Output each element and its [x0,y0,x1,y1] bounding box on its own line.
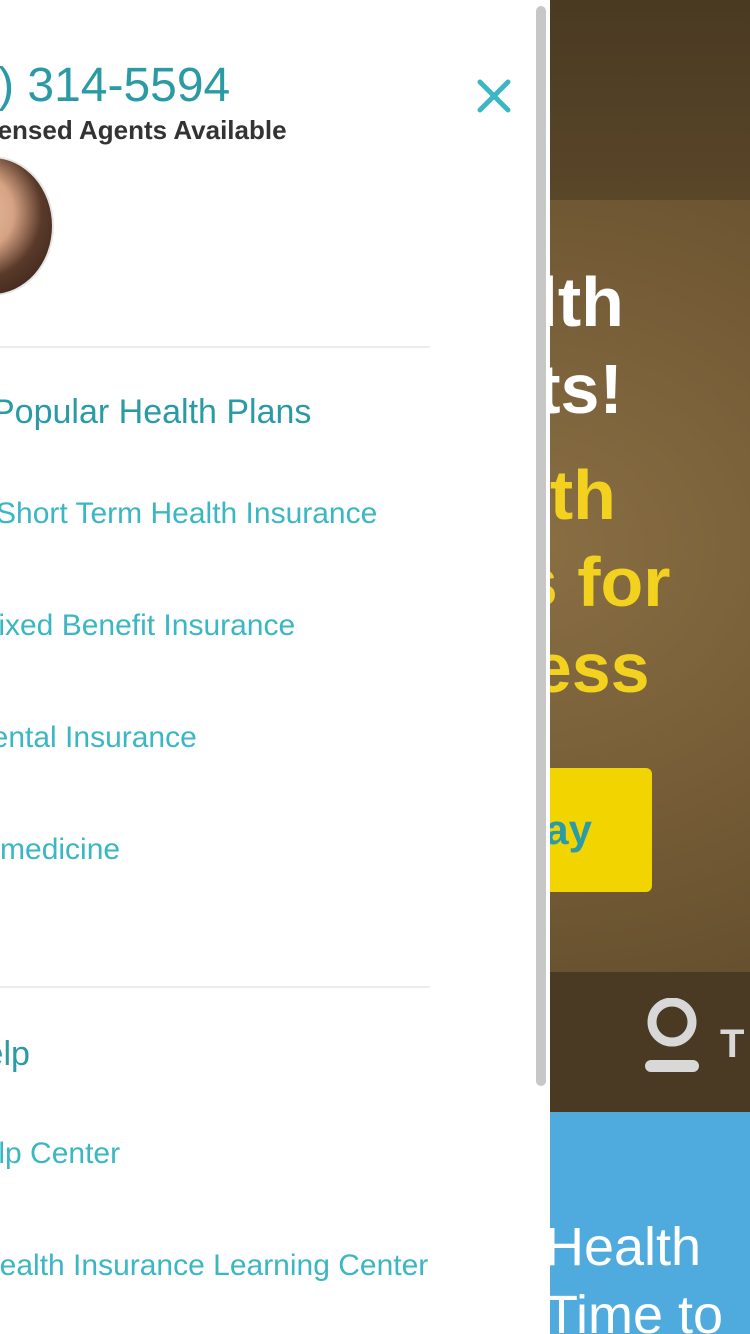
section-title-help: Help [0,1035,30,1073]
divider [0,346,430,348]
section-title-popular-plans: Popular Health Plans [0,393,312,431]
close-drawer-button[interactable] [470,72,518,120]
hero-subline-1: Health [550,456,616,534]
close-icon [477,79,511,113]
nav-drawer: (877) 314-5594 Licensed Agents Available… [0,0,550,1334]
blue-heading-line1: Health [550,1217,702,1277]
hero-subline-2: Plans for [550,543,671,621]
blue-heading-line2: Time to [550,1285,724,1334]
nav-link-telemedicine[interactable]: Telemedicine [0,833,120,867]
nav-link-short-term-health[interactable]: Short Term Health Insurance [0,497,377,531]
hero-headline-line1: Health [550,263,624,341]
hero-headline-line2: Costs! [550,350,623,428]
nav-link-fixed-benefit[interactable]: Fixed Benefit Insurance [0,609,295,643]
nav-link-help-center[interactable]: Help Center [0,1137,120,1171]
agents-available-text: Licensed Agents Available [0,115,287,145]
hero-cta-label: Today [550,806,592,853]
agent-avatar [0,156,54,296]
divider [0,986,430,988]
nav-link-learning-center[interactable]: Health Insurance Learning Center [0,1249,428,1283]
nav-link-dental[interactable]: Dental Insurance [0,721,197,755]
phone-number[interactable]: (877) 314-5594 [0,58,230,113]
drawer-scrollbar[interactable] [536,6,546,1086]
hero-subline-3: Less [550,629,650,707]
user-icon [642,997,702,1083]
hero-cta-button[interactable]: Today [550,768,652,892]
partner-logo-letter: T [720,1022,745,1066]
